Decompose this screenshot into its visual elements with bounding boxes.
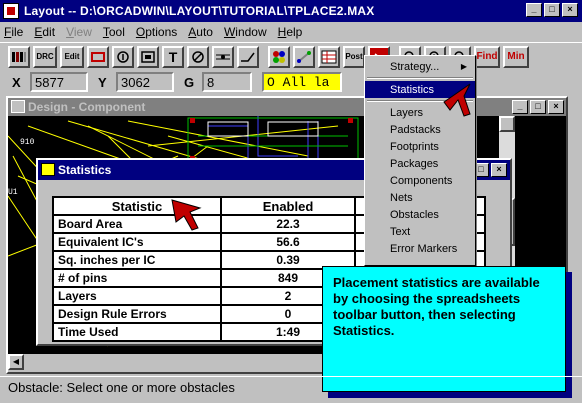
app-icon[interactable] <box>3 3 19 19</box>
layer-status-field[interactable]: O All la <box>262 72 342 92</box>
post-button[interactable]: Post <box>343 45 365 68</box>
main-title-bar[interactable]: Layout -- D:\ORCADWIN\LAYOUT\TUTORIAL\TP… <box>0 0 582 22</box>
text-tool-icon[interactable]: T <box>162 45 184 68</box>
menu-tool[interactable]: Tool <box>103 25 125 39</box>
grid-field[interactable]: 8 <box>202 72 252 92</box>
y-coordinate-field[interactable]: 3062 <box>116 72 174 92</box>
menu-options[interactable]: Options <box>136 25 177 39</box>
menu-separator <box>367 77 473 79</box>
menu-item-footprints[interactable]: Footprints <box>365 138 475 155</box>
menu-item-padstacks[interactable]: Padstacks <box>365 121 475 138</box>
design-window-icon[interactable] <box>11 100 25 113</box>
pointer-arrow-icon <box>443 83 471 117</box>
y-label: Y <box>98 74 107 90</box>
menu-auto[interactable]: Auto <box>188 25 213 39</box>
menu-window[interactable]: Window <box>224 25 267 39</box>
spreadsheet-window-icon[interactable] <box>41 163 55 176</box>
row-label: Time Used <box>52 322 222 342</box>
find-button[interactable]: Find <box>474 45 500 68</box>
design-minimize-button[interactable]: _ <box>512 100 528 114</box>
row-value: 22.3 <box>220 214 356 234</box>
statistics-title: Statistics <box>58 163 112 177</box>
design-maximize-button[interactable]: □ <box>530 100 546 114</box>
error-tool-icon[interactable] <box>187 45 209 68</box>
color-rules-icon[interactable] <box>268 45 290 68</box>
row-label: Equivalent IC's <box>52 232 222 252</box>
library-manager-icon[interactable] <box>8 45 30 68</box>
row-label: Layers <box>52 286 222 306</box>
row-label: # of pins <box>52 268 222 288</box>
close-button[interactable]: × <box>562 3 578 17</box>
tutorial-callout: Placement statistics are available by ch… <box>322 266 566 392</box>
row-label: Sq. inches per IC <box>52 250 222 270</box>
minimize-button[interactable]: _ <box>526 3 542 17</box>
pin-tool-icon[interactable] <box>112 45 134 68</box>
window-title: Layout -- D:\ORCADWIN\LAYOUT\TUTORIAL\TP… <box>24 4 375 18</box>
menu-item-packages[interactable]: Packages <box>365 155 475 172</box>
drc-button[interactable]: DRC <box>33 45 57 68</box>
row-label: Design Rule Errors <box>52 304 222 324</box>
spreadsheet-icon[interactable] <box>318 45 340 68</box>
menu-item-strategy[interactable]: Strategy... ▶ <box>365 58 475 75</box>
menu-item-error-markers[interactable]: Error Markers <box>365 240 475 257</box>
g-label: G <box>184 74 195 90</box>
component-tool-icon[interactable] <box>87 45 109 68</box>
stats-close-button[interactable]: × <box>491 163 507 177</box>
obstacle-tool-icon[interactable] <box>137 45 159 68</box>
toolbar: DRC Edit T Post Find Min <box>0 42 582 70</box>
menu-file[interactable]: File <box>4 25 23 39</box>
menu-edit[interactable]: Edit <box>34 25 55 39</box>
coordinate-bar: X 5877 Y 3062 G 8 O All la <box>0 70 582 94</box>
design-window-title-bar[interactable]: Design - Component _ □ × <box>8 98 566 116</box>
svg-text:U1: U1 <box>8 188 18 197</box>
row-value: 56.6 <box>220 232 356 252</box>
design-window-title: Design - Component <box>28 100 146 114</box>
menu-item-text[interactable]: Text <box>365 223 475 240</box>
menubar: File Edit View Tool Options Auto Window … <box>0 22 582 42</box>
connection-tool-icon[interactable] <box>212 45 234 68</box>
pointer-arrow-icon <box>171 199 202 231</box>
status-bar: Obstacle: Select one or more obstacles <box>0 376 582 398</box>
menu-item-nets[interactable]: Nets <box>365 189 475 206</box>
min-button[interactable]: Min <box>503 45 529 68</box>
maximize-button[interactable]: □ <box>544 3 560 17</box>
menu-view[interactable]: View <box>66 25 92 39</box>
design-close-button[interactable]: × <box>548 100 564 114</box>
column-header-enabled[interactable]: Enabled <box>220 196 356 216</box>
menu-help[interactable]: Help <box>278 25 303 39</box>
route-tool-icon[interactable] <box>237 45 259 68</box>
edit-button[interactable]: Edit <box>60 45 84 68</box>
reconnect-icon[interactable] <box>293 45 315 68</box>
x-label: X <box>12 74 21 90</box>
svg-text:910: 910 <box>20 138 35 147</box>
x-coordinate-field[interactable]: 5877 <box>30 72 88 92</box>
menu-item-obstacles[interactable]: Obstacles <box>365 206 475 223</box>
submenu-arrow-icon: ▶ <box>460 62 467 71</box>
menu-item-components[interactable]: Components <box>365 172 475 189</box>
